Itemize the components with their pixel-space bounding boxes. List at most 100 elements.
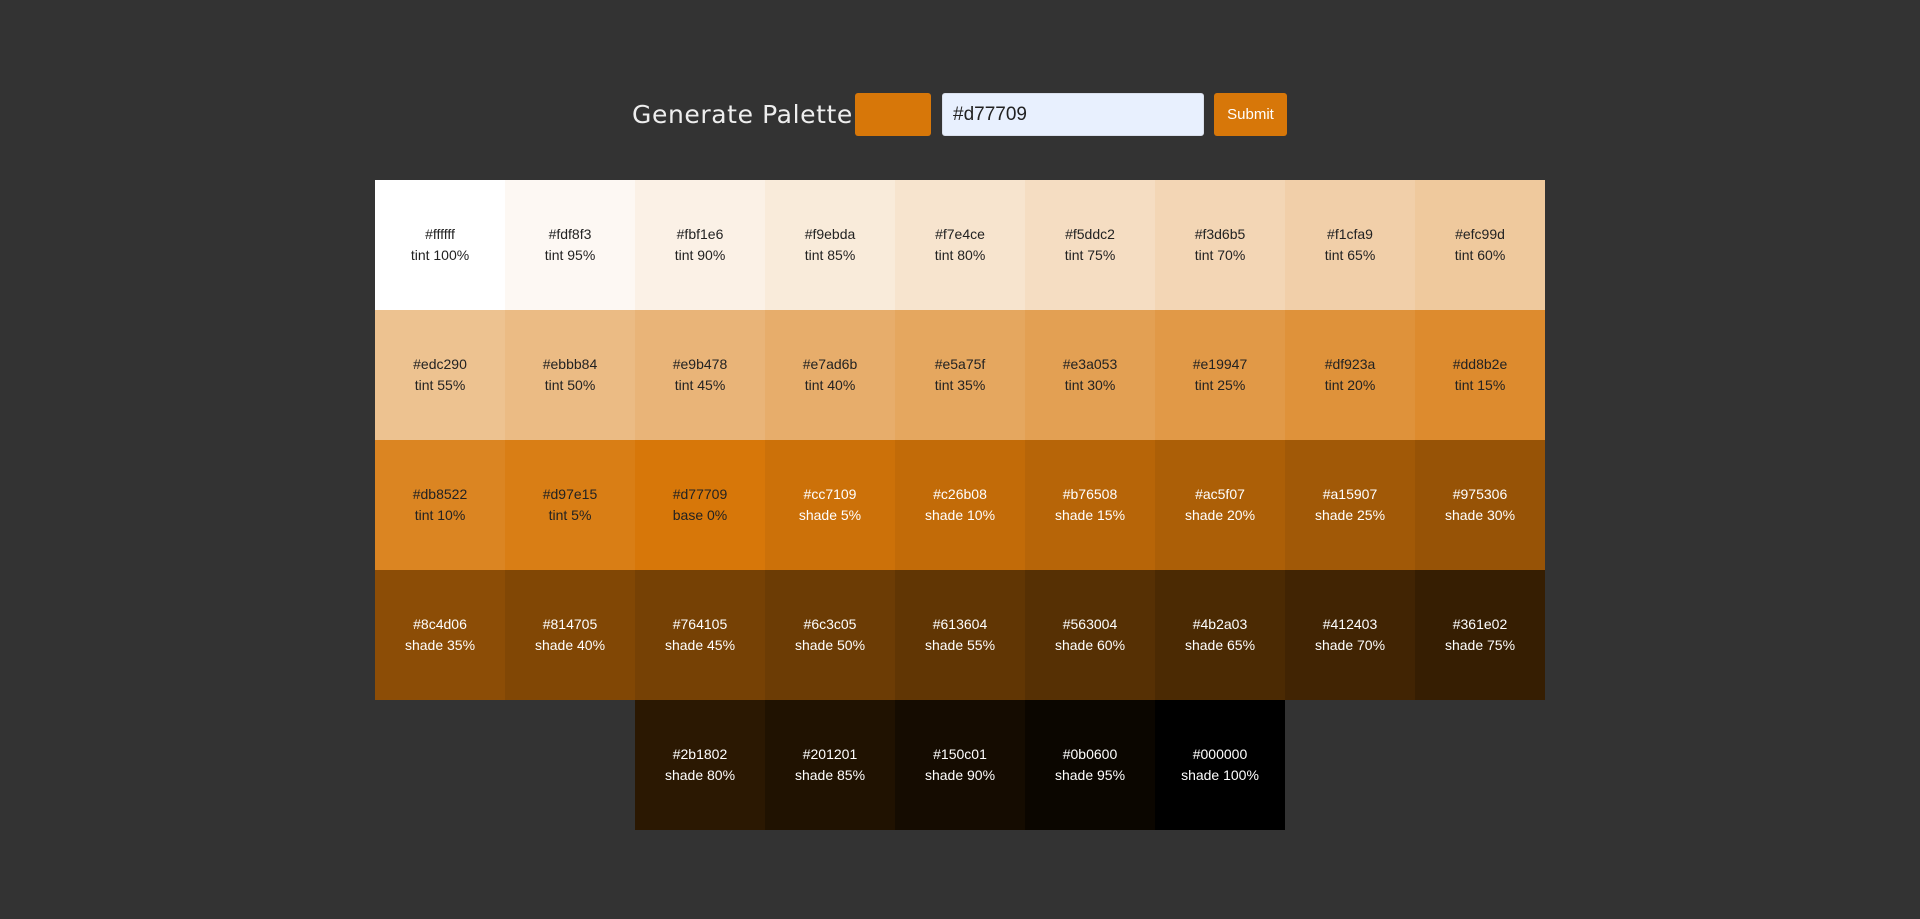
swatch-hex-label: #ebbb84 — [542, 356, 598, 372]
palette-swatch[interactable]: #df923a tint 20% — [1285, 310, 1415, 440]
swatch-tint-label: shade 15% — [1054, 507, 1126, 523]
palette-swatch[interactable]: #edc290 tint 55% — [375, 310, 505, 440]
palette-swatch[interactable]: #a15907 shade 25% — [1285, 440, 1415, 570]
palette-swatch[interactable]: #f7e4ce tint 80% — [895, 180, 1025, 310]
palette-swatch[interactable]: #412403 shade 70% — [1285, 570, 1415, 700]
swatch-tint-label: shade 35% — [404, 637, 476, 653]
swatch-tint-label: tint 25% — [1194, 377, 1246, 393]
swatch-hex-label: #db8522 — [412, 486, 468, 502]
palette-swatch[interactable]: #814705 shade 40% — [505, 570, 635, 700]
palette-swatch[interactable]: #c26b08 shade 10% — [895, 440, 1025, 570]
swatch-hex-label: #814705 — [542, 616, 598, 632]
palette-swatch[interactable]: #cc7109 shade 5% — [765, 440, 895, 570]
palette-swatch[interactable]: #8c4d06 shade 35% — [375, 570, 505, 700]
palette-swatch[interactable]: #b76508 shade 15% — [1025, 440, 1155, 570]
swatch-tint-label: tint 95% — [544, 247, 596, 263]
swatch-hex-label: #d97e15 — [542, 486, 598, 502]
swatch-tint-label: tint 10% — [414, 507, 466, 523]
palette-swatch[interactable]: #e7ad6b tint 40% — [765, 310, 895, 440]
swatch-hex-label: #6c3c05 — [803, 616, 857, 632]
swatch-tint-label: shade 65% — [1184, 637, 1256, 653]
palette-swatch[interactable]: #e19947 tint 25% — [1155, 310, 1285, 440]
swatch-tint-label: tint 20% — [1324, 377, 1376, 393]
swatch-hex-label: #e5a75f — [934, 356, 986, 372]
swatch-hex-label: #f7e4ce — [935, 226, 985, 242]
swatch-hex-label: #0b0600 — [1062, 746, 1118, 762]
swatch-tint-label: tint 40% — [804, 377, 856, 393]
palette-swatch[interactable]: #efc99d tint 60% — [1415, 180, 1545, 310]
palette-swatch[interactable]: #fdf8f3 tint 95% — [505, 180, 635, 310]
swatch-hex-label: #412403 — [1322, 616, 1378, 632]
palette-swatch[interactable]: #201201 shade 85% — [765, 700, 895, 830]
palette-swatch[interactable]: #6c3c05 shade 50% — [765, 570, 895, 700]
palette-swatch[interactable]: #e5a75f tint 35% — [895, 310, 1025, 440]
swatch-tint-label: tint 15% — [1454, 377, 1506, 393]
swatch-tint-label: shade 25% — [1314, 507, 1386, 523]
swatch-tint-label: tint 35% — [934, 377, 986, 393]
swatch-tint-label: shade 10% — [924, 507, 996, 523]
palette-swatch[interactable]: #4b2a03 shade 65% — [1155, 570, 1285, 700]
swatch-hex-label: #edc290 — [413, 356, 467, 372]
swatch-hex-label: #2b1802 — [672, 746, 728, 762]
palette-swatch[interactable]: #fbf1e6 tint 90% — [635, 180, 765, 310]
palette-swatch[interactable]: #2b1802 shade 80% — [635, 700, 765, 830]
palette-swatch[interactable]: #dd8b2e tint 15% — [1415, 310, 1545, 440]
swatch-hex-label: #df923a — [1324, 356, 1376, 372]
palette-swatch[interactable]: #ffffff tint 100% — [375, 180, 505, 310]
palette-swatch[interactable]: #975306 shade 30% — [1415, 440, 1545, 570]
swatch-hex-label: #361e02 — [1452, 616, 1508, 632]
submit-button[interactable]: Submit — [1214, 93, 1287, 136]
swatch-tint-label: tint 80% — [934, 247, 986, 263]
swatch-tint-label: shade 40% — [534, 637, 606, 653]
swatch-tint-label: shade 85% — [794, 767, 866, 783]
swatch-hex-label: #764105 — [672, 616, 728, 632]
swatch-tint-label: shade 100% — [1181, 767, 1259, 783]
swatch-hex-label: #613604 — [932, 616, 988, 632]
swatch-tint-label: shade 55% — [924, 637, 996, 653]
swatch-tint-label: shade 80% — [664, 767, 736, 783]
swatch-tint-label: tint 90% — [674, 247, 726, 263]
color-picker-swatch[interactable] — [855, 93, 931, 136]
palette-swatch[interactable]: #d97e15 tint 5% — [505, 440, 635, 570]
swatch-tint-label: shade 20% — [1184, 507, 1256, 523]
swatch-tint-label: tint 70% — [1194, 247, 1246, 263]
swatch-hex-label: #f3d6b5 — [1194, 226, 1246, 242]
swatch-tint-label: tint 55% — [414, 377, 466, 393]
swatch-hex-label: #4b2a03 — [1192, 616, 1248, 632]
palette-swatch[interactable]: #ebbb84 tint 50% — [505, 310, 635, 440]
swatch-hex-label: #000000 — [1192, 746, 1248, 762]
swatch-tint-label: shade 60% — [1054, 637, 1126, 653]
swatch-tint-label: shade 70% — [1314, 637, 1386, 653]
palette-swatch[interactable]: #f1cfa9 tint 65% — [1285, 180, 1415, 310]
palette-swatch[interactable]: #764105 shade 45% — [635, 570, 765, 700]
swatch-hex-label: #fbf1e6 — [676, 226, 724, 242]
palette-swatch[interactable]: #f5ddc2 tint 75% — [1025, 180, 1155, 310]
palette-swatch[interactable]: #d77709 base 0% — [635, 440, 765, 570]
hex-color-input[interactable] — [942, 93, 1204, 136]
swatch-hex-label: #ffffff — [425, 226, 455, 242]
swatch-hex-label: #e9b478 — [672, 356, 728, 372]
palette-swatch[interactable]: #e9b478 tint 45% — [635, 310, 765, 440]
swatch-hex-label: #a15907 — [1322, 486, 1378, 502]
swatch-tint-label: tint 65% — [1324, 247, 1376, 263]
swatch-hex-label: #e19947 — [1192, 356, 1248, 372]
palette-swatch[interactable]: #ac5f07 shade 20% — [1155, 440, 1285, 570]
palette-swatch[interactable]: #563004 shade 60% — [1025, 570, 1155, 700]
palette-swatch[interactable]: #db8522 tint 10% — [375, 440, 505, 570]
swatch-hex-label: #c26b08 — [933, 486, 987, 502]
palette-swatch[interactable]: #0b0600 shade 95% — [1025, 700, 1155, 830]
palette-swatch[interactable]: #361e02 shade 75% — [1415, 570, 1545, 700]
swatch-tint-label: tint 45% — [674, 377, 726, 393]
swatch-tint-label: shade 95% — [1054, 767, 1126, 783]
palette-swatch[interactable]: #613604 shade 55% — [895, 570, 1025, 700]
palette-swatch[interactable]: #000000 shade 100% — [1155, 700, 1285, 830]
swatch-hex-label: #fdf8f3 — [548, 226, 592, 242]
swatch-hex-label: #563004 — [1062, 616, 1118, 632]
swatch-tint-label: shade 90% — [924, 767, 996, 783]
swatch-tint-label: base 0% — [672, 507, 728, 523]
palette-swatch[interactable]: #e3a053 tint 30% — [1025, 310, 1155, 440]
palette-swatch[interactable]: #150c01 shade 90% — [895, 700, 1025, 830]
palette-swatch[interactable]: #f3d6b5 tint 70% — [1155, 180, 1285, 310]
swatch-tint-label: tint 30% — [1064, 377, 1116, 393]
palette-swatch[interactable]: #f9ebda tint 85% — [765, 180, 895, 310]
